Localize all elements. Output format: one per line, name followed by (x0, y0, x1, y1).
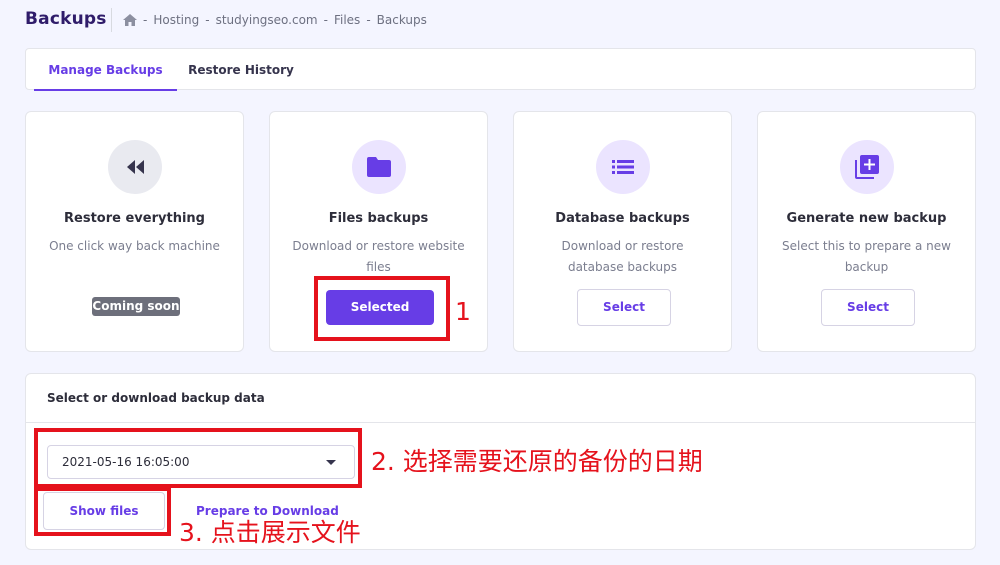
annotation-step2: 2. 选择需要还原的备份的日期 (371, 447, 703, 476)
card-title: Database backups (555, 211, 690, 226)
breadcrumb-files[interactable]: Files (334, 13, 360, 27)
breadcrumb-separator: - (143, 13, 148, 27)
card-description: Download or restore database backups (561, 239, 684, 274)
panel-divider (26, 422, 975, 423)
breadcrumb-backups: Backups (376, 13, 427, 27)
title-divider (111, 8, 112, 32)
breadcrumb-separator: - (205, 13, 210, 27)
rewind-icon (108, 140, 162, 194)
database-backups-card[interactable]: Database backups Download or restore dat… (513, 111, 732, 352)
database-select-button[interactable]: Select (577, 289, 671, 326)
annotation-box-step3 (34, 487, 171, 536)
annotation-box-step2 (34, 428, 362, 488)
card-description: Download or restore website files (292, 239, 465, 274)
breadcrumb: - Hosting - studyingseo.com - Files - Ba… (123, 13, 427, 27)
tab-manage-backups[interactable]: Manage Backups (34, 49, 177, 91)
card-description: One click way back machine (49, 239, 220, 253)
add-box-icon (840, 140, 894, 194)
panel-title: Select or download backup data (47, 391, 265, 405)
card-title: Files backups (328, 211, 429, 226)
list-icon (596, 140, 650, 194)
folder-icon (352, 140, 406, 194)
generate-backup-card[interactable]: Generate new backup Select this to prepa… (757, 111, 976, 352)
breadcrumb-domain[interactable]: studyingseo.com (216, 13, 318, 27)
home-icon[interactable] (123, 14, 137, 26)
generate-select-button[interactable]: Select (821, 289, 915, 326)
tabs-bar: Manage Backups Restore History (25, 48, 976, 91)
restore-everything-card: Restore everything One click way back ma… (25, 111, 244, 352)
page-title: Backups (25, 9, 107, 29)
card-title: Generate new backup (786, 211, 947, 226)
breadcrumb-separator: - (366, 13, 371, 27)
card-description: Select this to prepare a new backup (782, 239, 951, 274)
breadcrumb-hosting[interactable]: Hosting (153, 13, 199, 27)
card-title: Restore everything (64, 211, 205, 226)
annotation-step3: 3. 点击展示文件 (179, 518, 361, 547)
annotation-box-step1 (314, 276, 450, 341)
tab-restore-history[interactable]: Restore History (186, 49, 296, 91)
coming-soon-badge: Coming soon (92, 297, 180, 316)
breadcrumb-separator: - (323, 13, 328, 27)
annotation-step1: 1 (455, 297, 471, 326)
